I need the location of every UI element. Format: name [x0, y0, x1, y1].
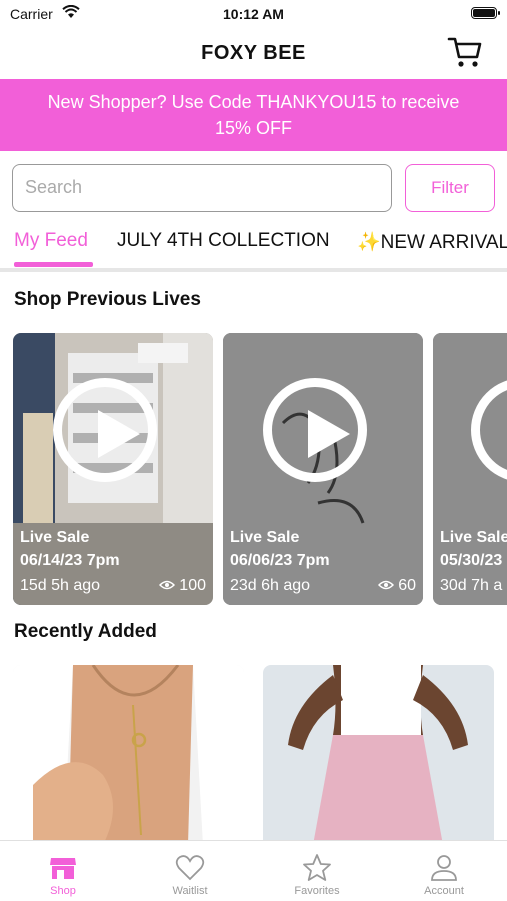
- live-sale-date: 05/30/23: [440, 552, 503, 569]
- tab-my-feed[interactable]: My Feed: [14, 230, 88, 252]
- live-sale-ago: 30d 7h a: [440, 577, 503, 594]
- live-sale-label: Live Sale: [230, 529, 300, 546]
- live-sale-label: Live Sale: [440, 529, 507, 546]
- view-count: 100: [179, 577, 206, 594]
- heart-icon: [175, 855, 205, 881]
- live-sale-label: Live Sale: [20, 529, 90, 546]
- product-image: [13, 665, 244, 845]
- live-sale-views: 60: [377, 577, 416, 595]
- view-count: 60: [398, 577, 416, 594]
- live-sale-ago: 23d 6h ago: [230, 577, 311, 594]
- live-sale-card[interactable]: Live Sale 06/06/23 7pm 23d 6h ago 60: [223, 333, 423, 605]
- status-bar: Carrier 10:12 AM: [0, 0, 507, 28]
- promo-line-2: 15% OFF: [214, 118, 293, 138]
- promo-line-1: New Shopper? Use Code THANKYOU15 to rece…: [47, 92, 460, 112]
- nav-shop[interactable]: Shop: [0, 853, 126, 897]
- clock: 10:12 AM: [223, 6, 284, 22]
- live-sale-date: 06/14/23 7pm: [20, 552, 120, 569]
- shop-icon: [50, 858, 76, 879]
- nav-waitlist[interactable]: Waitlist: [127, 853, 253, 897]
- app-header: FOXY BEE: [0, 28, 507, 78]
- section-title-recently-added: Recently Added: [14, 621, 157, 642]
- search-input[interactable]: Search: [12, 164, 392, 212]
- nav-shop-label: Shop: [50, 885, 76, 897]
- active-tab-indicator: [14, 262, 93, 267]
- product-card[interactable]: [13, 665, 244, 845]
- tab-new-arrival[interactable]: ✨NEW ARRIVAL: [357, 230, 507, 254]
- section-title-previous-lives: Shop Previous Lives: [14, 289, 201, 310]
- nav-account-label: Account: [424, 885, 464, 897]
- live-sale-card[interactable]: Live Sale 05/30/23 30d 7h a: [433, 333, 507, 605]
- tabs-divider: [0, 268, 507, 272]
- filter-button[interactable]: Filter: [405, 164, 495, 212]
- tab-july-4th-collection[interactable]: JULY 4TH COLLECTION: [117, 230, 330, 252]
- battery-icon: [471, 7, 500, 19]
- user-icon: [431, 855, 457, 881]
- star-icon: [303, 854, 331, 881]
- play-icon[interactable]: [53, 378, 157, 482]
- nav-account[interactable]: Account: [381, 853, 507, 897]
- live-sale-card[interactable]: Live Sale 06/14/23 7pm 15d 5h ago 100: [13, 333, 213, 605]
- live-sale-date: 06/06/23 7pm: [230, 552, 330, 569]
- cart-icon[interactable]: [447, 36, 483, 70]
- nav-waitlist-label: Waitlist: [172, 885, 208, 897]
- nav-favorites[interactable]: Favorites: [254, 853, 380, 897]
- app-title: FOXY BEE: [201, 42, 306, 64]
- nav-favorites-label: Favorites: [294, 885, 340, 897]
- product-image: [263, 665, 494, 845]
- eye-icon: [158, 580, 175, 590]
- product-card[interactable]: [263, 665, 494, 845]
- category-tabs: My Feed JULY 4TH COLLECTION ✨NEW ARRIVAL: [0, 224, 507, 270]
- play-icon[interactable]: [263, 378, 367, 482]
- promo-banner[interactable]: New Shopper? Use Code THANKYOU15 to rece…: [0, 79, 507, 151]
- bottom-tab-bar: Shop Waitlist Favorites Account: [0, 840, 507, 901]
- eye-icon: [377, 580, 394, 590]
- live-sale-ago: 15d 5h ago: [20, 577, 101, 594]
- live-sale-views: 100: [158, 577, 206, 595]
